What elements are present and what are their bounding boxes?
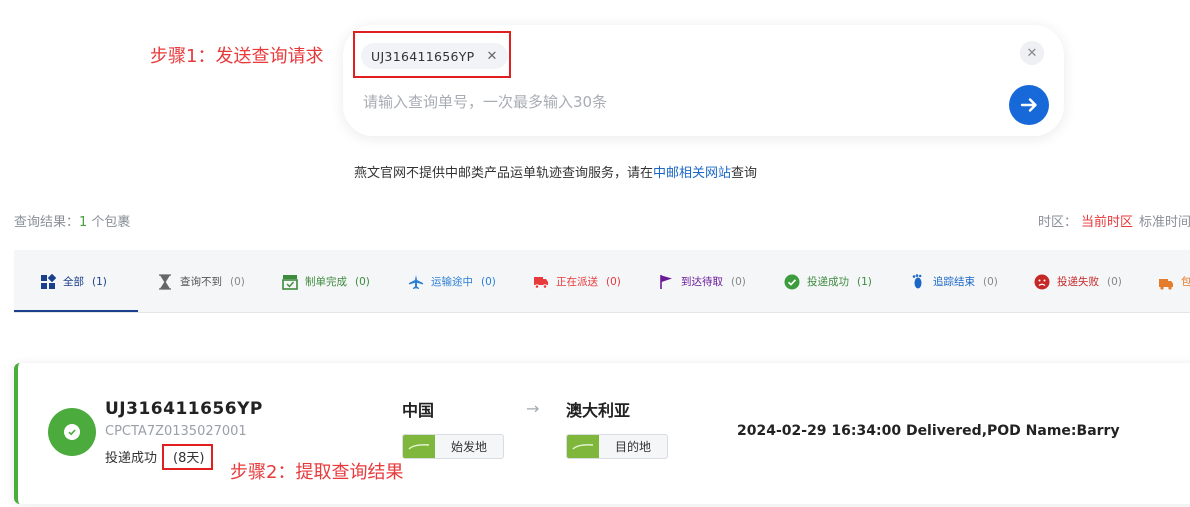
- origin-badge: 始发地: [402, 434, 504, 459]
- destination-country: 澳大利亚: [566, 401, 631, 420]
- tab-package[interactable]: 包: [1158, 250, 1190, 312]
- tab-ready-for-pickup[interactable]: 到达待取 (0): [658, 250, 746, 312]
- timezone-switch: 时区： 当前时区 标准时间: [1038, 215, 1190, 230]
- step1-annotation: 步骤1：发送查询请求: [150, 46, 324, 67]
- active-tab-underline: [14, 310, 138, 312]
- tab-delivery-failed[interactable]: 投递失败 (0): [1034, 250, 1122, 312]
- submit-button[interactable]: [1009, 85, 1049, 125]
- clear-all-icon[interactable]: ✕: [1020, 41, 1044, 65]
- tab-tracking-ended[interactable]: 追踪结束 (0): [910, 250, 998, 312]
- origin-country: 中国: [402, 401, 435, 420]
- reference-number: CPCTA7Z0135027001: [105, 424, 247, 439]
- flag-icon: [658, 274, 674, 290]
- tray-icon: [282, 274, 298, 290]
- result-summary: 查询结果：1 个包裹: [14, 215, 131, 230]
- latest-event: 2024-02-29 16:34:00 Delivered,POD Name:B…: [737, 423, 1120, 439]
- grid-icon: [40, 273, 56, 290]
- notice-text: 燕文官网不提供中邮类产品运单轨迹查询服务，请在中邮相关网站查询: [354, 166, 758, 181]
- step2-highlight-box: [162, 444, 213, 470]
- status-tabs: 全部 (1) 查询不到 (0) 制单完成 (0) 运输途中 (0) 正在派送 (0) 到达…: [14, 250, 1190, 313]
- tab-in-transit[interactable]: 运输途中 (0): [408, 250, 496, 312]
- origin-flag-icon: [403, 435, 435, 458]
- tab-not-found[interactable]: 查询不到 (0): [157, 250, 245, 312]
- destination-flag-icon: [567, 435, 599, 458]
- arrow-right-icon: [1020, 98, 1037, 112]
- search-input[interactable]: [363, 93, 983, 111]
- sad-face-icon: [1034, 274, 1050, 290]
- truck-icon: [533, 274, 549, 290]
- step2-annotation: 步骤2：提取查询结果: [230, 462, 404, 483]
- tab-order-created[interactable]: 制单完成 (0): [282, 250, 370, 312]
- timezone-standard[interactable]: 标准时间: [1139, 215, 1190, 230]
- tab-out-for-delivery[interactable]: 正在派送 (0): [533, 250, 621, 312]
- plane-icon: [408, 274, 424, 290]
- destination-badge: 目的地: [566, 434, 668, 459]
- delivered-status-icon: [48, 408, 96, 456]
- step1-highlight-box: [353, 31, 511, 78]
- timezone-current[interactable]: 当前时区: [1081, 215, 1133, 230]
- tab-delivered[interactable]: 投递成功 (1): [784, 250, 872, 312]
- hourglass-icon: [157, 273, 173, 290]
- package-icon: [1158, 274, 1174, 290]
- footprint-icon: [910, 273, 926, 290]
- tab-all[interactable]: 全部 (1): [40, 250, 107, 312]
- route-arrow-icon: →: [526, 399, 540, 418]
- postal-site-link[interactable]: 中邮相关网站: [653, 166, 731, 181]
- check-circle-icon: [784, 274, 800, 290]
- result-card: UJ316411656YP CPCTA7Z0135027001 投递成功 (8天…: [14, 363, 1190, 504]
- delivery-status: 投递成功: [105, 451, 158, 466]
- tracking-number[interactable]: UJ316411656YP: [105, 399, 263, 419]
